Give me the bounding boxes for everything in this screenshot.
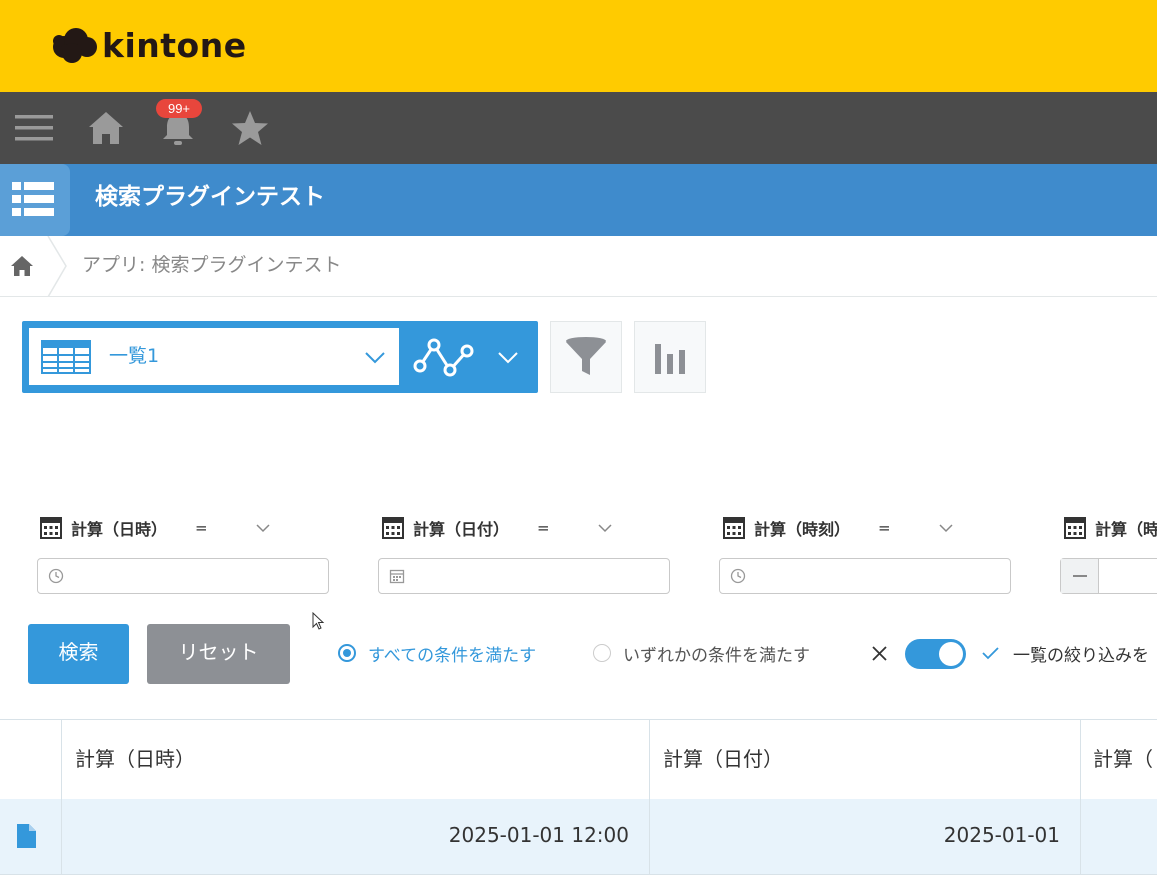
table-row[interactable]: 2025-01-01 12:00 2025-01-01 (0, 799, 1157, 875)
filter-field-2: 計算（日付） = (382, 516, 612, 540)
table-cell: 2025-01-01 12:00 (448, 823, 629, 847)
search-button[interactable]: 検索 (28, 624, 129, 684)
calculator-icon (382, 517, 404, 539)
clock-icon (730, 568, 746, 584)
radio-label: いずれかの条件を満たす (623, 645, 810, 666)
calculator-icon (723, 517, 745, 539)
time-input[interactable] (719, 558, 1011, 594)
mouse-cursor-icon (312, 612, 325, 630)
column-header[interactable]: 計算（ (1093, 720, 1153, 800)
chevron-down-icon (498, 352, 518, 364)
breadcrumb-separator-icon (47, 236, 67, 297)
notification-badge: 99+ (156, 99, 202, 118)
column-divider (61, 720, 62, 800)
chevron-down-icon (365, 352, 385, 364)
number-input[interactable] (1060, 558, 1157, 594)
calculator-icon (1064, 517, 1086, 539)
breadcrumb: アプリ: 検索プラグインテスト (0, 236, 1157, 297)
operator-select[interactable]: = (537, 519, 550, 537)
cloud-logo-icon (53, 28, 97, 63)
filter-label: 計算（日付） (413, 520, 510, 539)
line-graph-icon (413, 338, 474, 377)
radio-match-any[interactable]: いずれかの条件を満たす (593, 641, 810, 666)
chevron-down-icon[interactable] (598, 523, 612, 533)
toggle-knob (939, 642, 963, 666)
calendar-icon (389, 569, 405, 584)
table-view-icon (41, 340, 91, 374)
app-header: 検索プラグインテスト (0, 164, 1157, 236)
view-selector: 一覧1 (22, 321, 538, 393)
narrow-label: 一覧の絞り込みを (1013, 646, 1149, 666)
filter-label: 計算（日時） (71, 520, 168, 539)
breadcrumb-app-link[interactable]: アプリ: 検索プラグインテスト (82, 236, 341, 294)
radio-match-all[interactable]: すべての条件を満たす (338, 641, 537, 666)
filter-label: 計算（時 (1095, 520, 1157, 539)
narrow-toggle[interactable] (905, 639, 966, 669)
app-list-icon[interactable] (0, 164, 70, 236)
reset-button[interactable]: リセット (147, 624, 290, 684)
column-header[interactable]: 計算（日時） (75, 720, 195, 800)
view-dropdown[interactable]: 一覧1 (29, 328, 399, 385)
menu-icon[interactable] (14, 92, 54, 164)
brand-name: kintone (102, 25, 247, 65)
breadcrumb-home-icon[interactable] (10, 254, 34, 282)
record-detail-icon[interactable] (17, 824, 36, 848)
chevron-down-icon[interactable] (939, 523, 953, 533)
clock-icon (48, 568, 64, 584)
table-cell: 2025-01-01 (943, 823, 1060, 847)
minus-button[interactable] (1061, 559, 1099, 593)
operator-select[interactable]: = (878, 519, 891, 537)
column-divider (649, 720, 650, 800)
brand-bar: kintone (0, 0, 1157, 92)
home-icon[interactable] (86, 92, 126, 164)
view-name: 一覧1 (109, 345, 160, 367)
radio-checked-icon (338, 644, 356, 662)
minus-icon (1073, 575, 1087, 577)
check-icon (982, 647, 999, 660)
chevron-down-icon[interactable] (256, 523, 270, 533)
column-divider (1080, 720, 1081, 800)
graph-button[interactable] (634, 321, 706, 393)
filter-label: 計算（時刻） (754, 520, 851, 539)
filter-field-1: 計算（日時） = (40, 516, 270, 540)
funnel-icon (566, 337, 606, 375)
date-input[interactable] (378, 558, 670, 594)
close-icon[interactable] (872, 646, 887, 661)
filter-field-4: 計算（時 (1064, 516, 1157, 540)
column-header[interactable]: 計算（日付） (663, 720, 783, 800)
radio-unchecked-icon (593, 644, 611, 662)
kintone-logo[interactable]: kintone (50, 22, 247, 68)
radio-label: すべての条件を満たす (368, 645, 537, 666)
operator-select[interactable]: = (195, 519, 208, 537)
app-title: 検索プラグインテスト (95, 184, 325, 210)
filter-button[interactable] (550, 321, 622, 393)
star-icon[interactable] (230, 92, 270, 164)
calculator-icon (40, 517, 62, 539)
column-divider (1080, 799, 1081, 875)
graph-menu-button[interactable] (407, 321, 538, 393)
filter-field-3: 計算（時刻） = (723, 516, 953, 540)
table-header-row: 計算（日時） 計算（日付） 計算（ (0, 719, 1157, 800)
bar-chart-icon (655, 344, 685, 374)
datetime-input[interactable] (37, 558, 329, 594)
